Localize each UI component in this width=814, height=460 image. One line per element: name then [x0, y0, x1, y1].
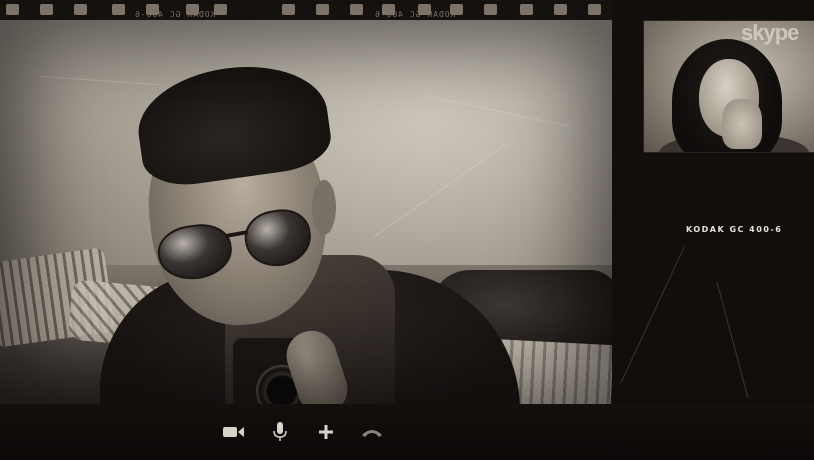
film-sprocket — [520, 4, 533, 15]
remote-video-feed[interactable] — [0, 20, 612, 404]
mute-button[interactable] — [266, 419, 294, 445]
video-toggle-button[interactable] — [220, 419, 248, 445]
film-sprocket — [74, 4, 87, 15]
microphone-icon — [273, 422, 287, 441]
film-sprocket — [214, 4, 227, 15]
film-sprocket — [554, 4, 567, 15]
film-sprocket — [6, 4, 19, 15]
skype-logo: skype — [741, 20, 799, 45]
film-sprocket — [282, 4, 295, 15]
film-scratch — [620, 246, 685, 384]
vignette-overlay — [0, 20, 612, 404]
hang-up-icon — [362, 430, 382, 437]
call-control-bar — [0, 404, 814, 460]
film-sprocket — [112, 4, 125, 15]
film-edge-label: KODAK GC 400-6 — [686, 225, 783, 234]
self-view-hand — [722, 99, 762, 149]
film-sprocket — [588, 4, 601, 15]
call-controls — [220, 418, 386, 446]
film-edge-text: KODAK GC 400-6 — [374, 10, 456, 19]
film-sprocket — [40, 4, 53, 15]
add-button[interactable] — [312, 419, 340, 445]
film-sprocket — [484, 4, 497, 15]
film-edge-text: KODAK GC 400-6 — [134, 10, 216, 19]
plus-icon — [319, 425, 333, 439]
video-camera-icon — [223, 427, 244, 437]
film-scratch — [716, 281, 749, 399]
film-sprocket — [350, 4, 363, 15]
film-sprocket — [316, 4, 329, 15]
end-call-button[interactable] — [358, 419, 386, 445]
